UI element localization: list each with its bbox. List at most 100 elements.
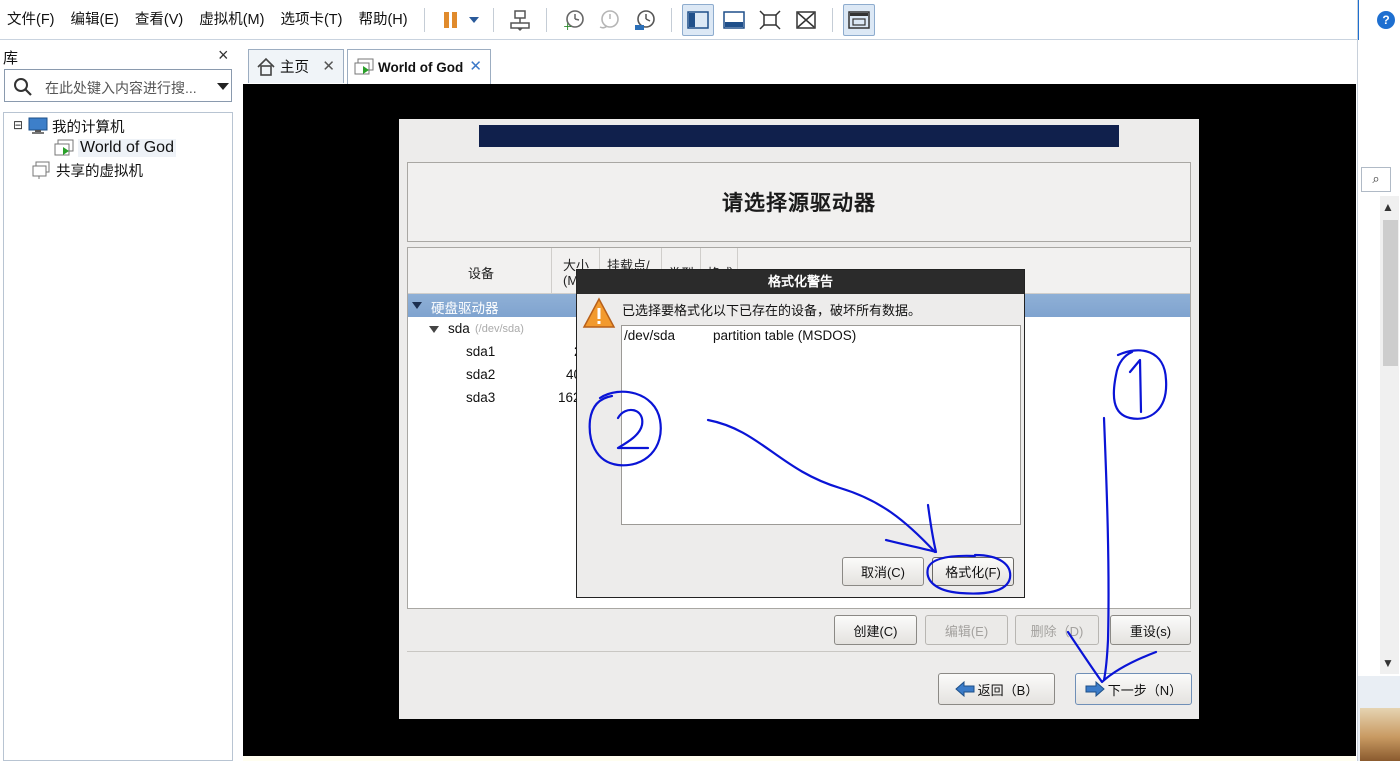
vm-icon	[54, 139, 74, 156]
snapshot-manager-button[interactable]	[629, 4, 661, 36]
toolbar-separator	[670, 7, 672, 32]
format-button[interactable]: 格式化(F)	[932, 557, 1014, 586]
back-button-label: 返回（B）	[977, 682, 1039, 698]
view-stretch-button[interactable]	[754, 4, 786, 36]
power-dropdown-button[interactable]	[465, 4, 483, 36]
vm-status-strip	[243, 756, 1356, 761]
wallpaper-thumbnail	[1360, 708, 1400, 761]
arrow-left-icon	[954, 681, 975, 697]
search-icon[interactable]: ⌕	[1361, 167, 1391, 192]
computer-icon	[28, 117, 48, 134]
menu-edit[interactable]: 编辑(E)	[63, 0, 127, 40]
view-stretch-icon	[759, 9, 781, 30]
device-description: partition table (MSDOS)	[713, 328, 857, 343]
edit-button[interactable]: 编辑(E)	[925, 615, 1008, 645]
tree-node-my-computer[interactable]: ⊟ 我的计算机	[13, 115, 125, 137]
snapshot-take-button[interactable]: +	[557, 4, 589, 36]
toolbar-separator	[423, 7, 425, 32]
library-panel: 库 × 在此处键入内容进行搜... ⊟ 我的计算机 World of God 共…	[0, 41, 238, 761]
installer-title-box: 请选择源驱动器	[407, 162, 1191, 242]
tab-home-label: 主页	[280, 60, 309, 76]
scrollbar-thumb[interactable]	[1383, 220, 1398, 366]
scroll-down-icon[interactable]: ▼	[1382, 656, 1394, 670]
cancel-button[interactable]: 取消(C)	[842, 557, 924, 586]
view-fullscreen-icon	[722, 10, 745, 29]
create-button[interactable]: 创建(C)	[834, 615, 917, 645]
snapshot-revert-button[interactable]	[593, 4, 625, 36]
thumbnail-icon	[847, 10, 870, 29]
back-button[interactable]: 返回（B）	[938, 673, 1055, 705]
expand-icon[interactable]	[429, 326, 439, 333]
library-search-placeholder: 在此处键入内容进行搜...	[45, 80, 197, 96]
menu-tabs[interactable]: 选项卡(T)	[272, 0, 350, 40]
view-console-button[interactable]	[681, 3, 714, 36]
page-title: 请选择源驱动器	[722, 192, 876, 215]
tree-node-shared-vms[interactable]: 共享的虚拟机	[32, 159, 143, 181]
tree-label-shared: 共享的虚拟机	[56, 163, 143, 180]
close-icon[interactable]: ✕	[322, 57, 335, 75]
warning-icon	[582, 297, 616, 328]
installer-banner	[479, 125, 1119, 147]
expand-icon[interactable]	[412, 302, 422, 309]
row-label-sda2: sda2	[466, 367, 496, 382]
snapshot-take-icon: +	[563, 9, 584, 31]
scroll-up-icon[interactable]: ▲	[1382, 200, 1394, 214]
divider	[407, 651, 1191, 652]
help-icon[interactable]: ?	[1377, 11, 1395, 29]
tab-home[interactable]: 主页 ✕	[248, 49, 344, 83]
home-icon	[257, 57, 275, 76]
menubar: 文件(F) 编辑(E) 查看(V) 虚拟机(M) 选项卡(T) 帮助(H) +	[0, 0, 1357, 40]
library-title: 库	[3, 50, 19, 67]
toolbar-separator	[831, 7, 833, 32]
view-console-icon	[686, 10, 709, 29]
row-label-sda: sda	[448, 321, 470, 336]
tab-bar: 主页 ✕ World of God ✕	[243, 41, 1356, 84]
arrow-right-icon	[1085, 681, 1105, 697]
close-icon[interactable]: ✕	[469, 57, 482, 75]
device-name: /dev/sda	[624, 328, 676, 343]
row-label-sda1: sda1	[466, 344, 496, 359]
dialog-title: 格式化警告	[577, 270, 1024, 294]
next-button[interactable]: 下一步（N）	[1075, 673, 1192, 705]
reset-button[interactable]: 重设(s)	[1110, 615, 1191, 645]
library-tree: ⊟ 我的计算机 World of God 共享的虚拟机	[3, 112, 233, 761]
scrollbar[interactable]: ▲ ▼	[1380, 196, 1399, 674]
pause-icon	[443, 11, 457, 28]
menu-vm[interactable]: 虚拟机(M)	[191, 0, 272, 40]
view-unity-icon	[795, 10, 816, 29]
column-device[interactable]: 设备	[408, 248, 552, 294]
view-fullscreen-button[interactable]	[718, 4, 750, 36]
row-sda-path: (/dev/sda)	[475, 323, 524, 335]
thumbnail-button[interactable]	[842, 3, 875, 36]
menu-file[interactable]: 文件(F)	[0, 0, 63, 40]
svg-text:+: +	[563, 20, 572, 31]
chevron-down-icon[interactable]	[217, 83, 229, 90]
library-search-input[interactable]: 在此处键入内容进行搜...	[4, 69, 232, 102]
column-device-label: 设备	[468, 266, 495, 281]
format-warning-dialog: 格式化警告 已选择要格式化以下已存在的设备，破坏所有数据。 /dev/sda p…	[576, 269, 1025, 598]
menu-help[interactable]: 帮助(H)	[350, 0, 415, 40]
search-icon	[14, 78, 32, 96]
shared-vm-icon	[32, 161, 50, 179]
vm-icon	[354, 58, 374, 75]
collapse-icon[interactable]: ⊟	[13, 119, 23, 131]
row-label-hard-drives: 硬盘驱动器	[431, 301, 499, 316]
tree-label-my-computer: 我的计算机	[52, 119, 125, 136]
library-close-button[interactable]: ×	[218, 45, 229, 66]
delete-button[interactable]: 删除（D)	[1015, 615, 1099, 645]
view-unity-button[interactable]	[790, 4, 822, 36]
tab-world-of-god-label: World of God	[378, 59, 464, 75]
device-list[interactable]: /dev/sda partition table (MSDOS)	[621, 325, 1021, 525]
menu-view[interactable]: 查看(V)	[127, 0, 191, 40]
snapshot-revert-icon	[599, 9, 619, 29]
dialog-message: 已选择要格式化以下已存在的设备，破坏所有数据。	[622, 303, 922, 318]
network-icon	[509, 9, 530, 31]
dropdown-arrow-icon	[468, 16, 479, 23]
pause-button[interactable]	[435, 4, 467, 36]
tree-node-vm-world-of-god[interactable]: World of God	[54, 137, 176, 159]
network-button[interactable]	[504, 4, 536, 36]
toolbar-separator	[492, 7, 494, 32]
library-header: 库 ×	[0, 43, 238, 67]
tab-world-of-god[interactable]: World of God ✕	[347, 49, 491, 84]
right-side-pane: ? ⌕ ▲ ▼	[1357, 0, 1400, 761]
